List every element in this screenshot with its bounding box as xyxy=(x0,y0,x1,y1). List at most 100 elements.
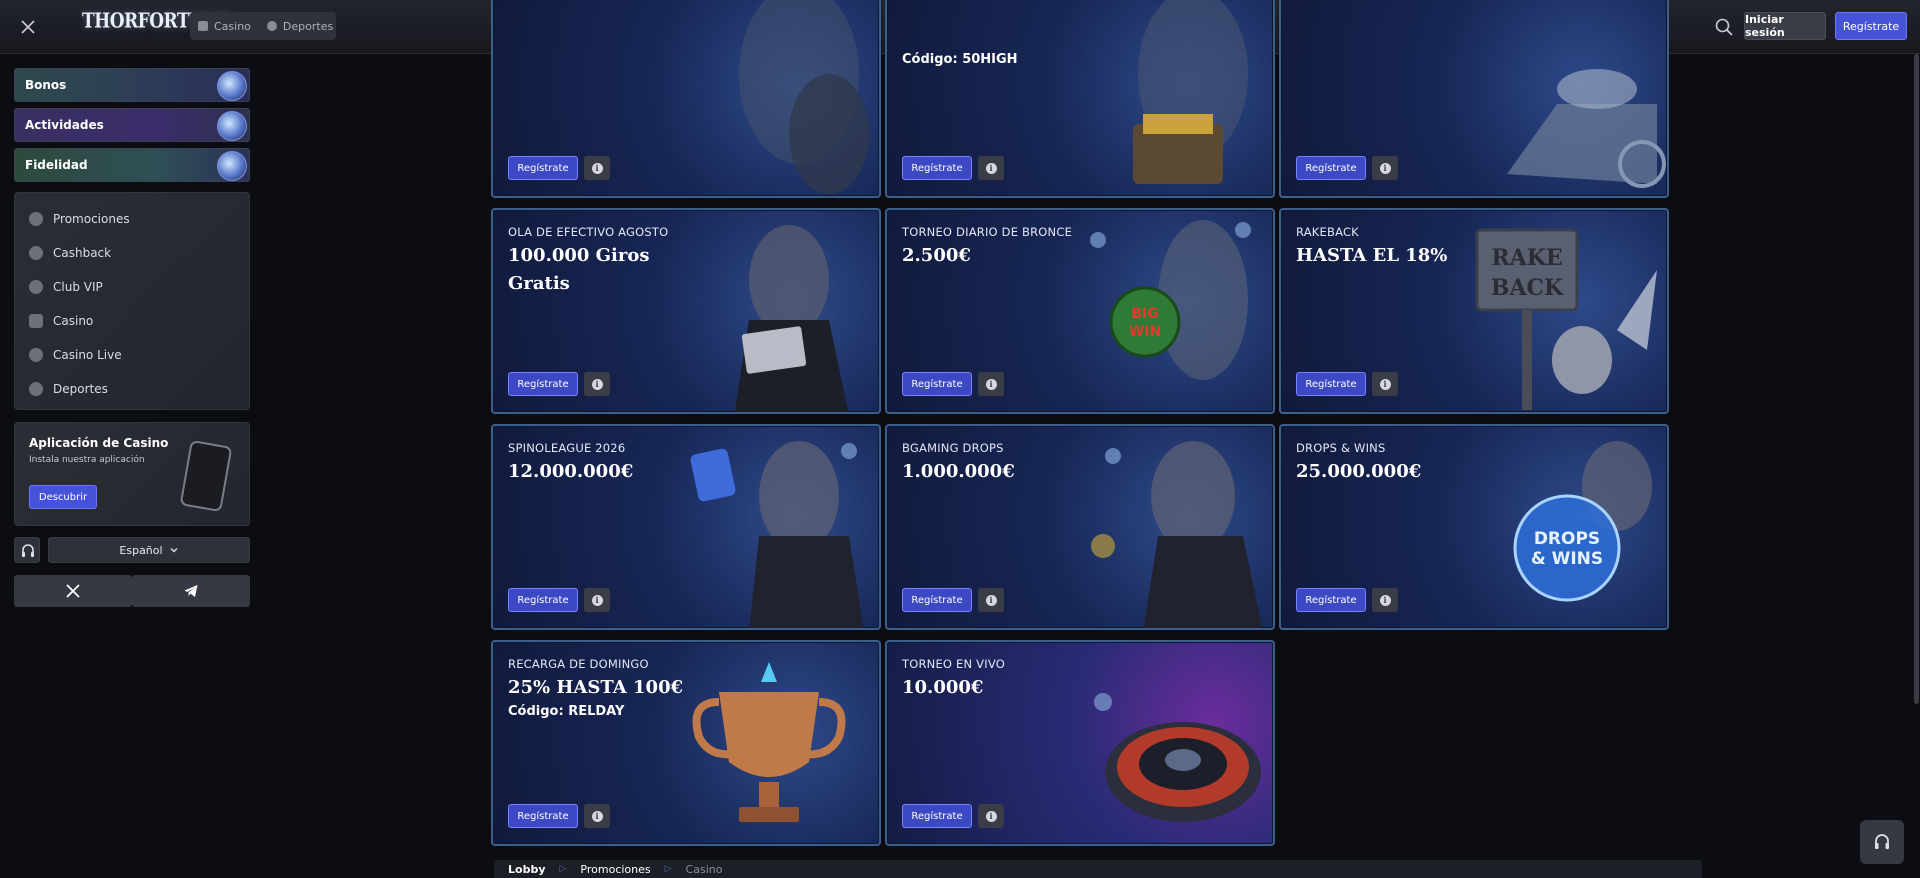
promo-info-button[interactable]: i xyxy=(978,372,1004,396)
sidebar-item-casino-live[interactable]: Casino Live xyxy=(29,343,122,367)
telegram-button[interactable] xyxy=(132,575,250,607)
info-icon: i xyxy=(591,810,603,822)
thor-bgaming-art-icon xyxy=(1091,441,1263,628)
thor-art-icon xyxy=(739,0,869,194)
sidebar-item-deportes[interactable]: Deportes xyxy=(29,377,108,401)
big-win-melon-art-icon: BIG WIN xyxy=(1090,220,1251,380)
sidebar-item-label: Club VIP xyxy=(53,280,103,294)
sidebar-menu: Promociones Cashback Club VIP Casino Cas… xyxy=(14,192,250,410)
product-switcher: Casino Deportes xyxy=(190,12,336,40)
breadcrumb-promociones[interactable]: Promociones xyxy=(580,863,650,876)
promotions-icon xyxy=(29,212,43,226)
sidebar-fidelidad-label: Fidelidad xyxy=(25,158,88,172)
login-button[interactable]: Iniciar sesión xyxy=(1744,12,1826,40)
promo-card-recarga-domingo: RECARGA DE DOMINGO 25% HASTA 100€ Código… xyxy=(491,640,881,846)
promo-register-button[interactable]: Regístrate xyxy=(508,804,578,828)
sidebar-item-promociones[interactable]: Promociones xyxy=(29,207,130,231)
drops-wins-orb-art-icon: DROPS & WINS xyxy=(1513,441,1652,602)
back-text: BACK xyxy=(1491,275,1564,301)
register-button[interactable]: Regístrate xyxy=(1835,12,1907,40)
promo-register-button[interactable]: Regístrate xyxy=(508,588,578,612)
promo-title: HASTA EL 18% xyxy=(1296,245,1448,266)
promo-register-button[interactable]: Regístrate xyxy=(508,156,578,180)
close-icon[interactable] xyxy=(16,15,40,39)
promo-info-button[interactable]: i xyxy=(584,156,610,180)
drops-text: DROPS xyxy=(1534,529,1600,549)
promo-register-button[interactable]: Regístrate xyxy=(1296,372,1366,396)
app-card-title: Aplicación de Casino xyxy=(29,436,169,450)
promo-info-button[interactable]: i xyxy=(978,804,1004,828)
sidebar-item-label: Deportes xyxy=(53,382,108,396)
promo-info-button[interactable]: i xyxy=(978,156,1004,180)
scrollbar-thumb[interactable] xyxy=(1914,54,1919,704)
chevron-right-icon: ▷ xyxy=(559,864,567,874)
info-icon: i xyxy=(985,378,997,390)
breadcrumb-lobby[interactable]: Lobby xyxy=(508,863,546,876)
trophy-art-icon xyxy=(692,662,846,822)
promo-card-torneo-en-vivo: TORNEO EN VIVO 10.000€ Regístrate i xyxy=(885,640,1275,846)
promo-info-button[interactable]: i xyxy=(978,588,1004,612)
big-win-text-2: WIN xyxy=(1129,324,1161,340)
promo-info-button[interactable]: i xyxy=(1372,372,1398,396)
promo-card-3: Regístrate i xyxy=(1279,0,1669,198)
sidebar-item-casino[interactable]: Casino xyxy=(29,309,93,333)
promo-info-button[interactable]: i xyxy=(584,372,610,396)
discover-button[interactable]: Descubrir xyxy=(29,485,97,509)
sidebar-bonos[interactable]: Bonos xyxy=(14,68,250,102)
promo-card-ola-de-efectivo: OLA DE EFECTIVO AGOSTO 100.000 Giros Gra… xyxy=(491,208,881,414)
promo-label: TORNEO EN VIVO xyxy=(902,657,1005,671)
casino-app-card: Aplicación de Casino Instala nuestra apl… xyxy=(14,422,250,526)
promo-info-button[interactable]: i xyxy=(584,588,610,612)
info-icon: i xyxy=(591,162,603,174)
promo-info-button[interactable]: i xyxy=(1372,588,1398,612)
sidebar-item-club-vip[interactable]: Club VIP xyxy=(29,275,103,299)
x-social-button[interactable] xyxy=(14,575,132,607)
casino-live-icon xyxy=(29,348,43,362)
wins-text: & WINS xyxy=(1531,549,1603,569)
chevron-right-icon: ▷ xyxy=(664,864,672,874)
sidebar-item-label: Promociones xyxy=(53,212,130,226)
search-icon[interactable] xyxy=(1712,15,1736,39)
sidebar-item-cashback[interactable]: Cashback xyxy=(29,241,111,265)
sidebar-actividades-label: Actividades xyxy=(25,118,104,132)
info-icon: i xyxy=(1379,594,1391,606)
thor-ticket-art-icon xyxy=(734,225,849,412)
promo-info-button[interactable]: i xyxy=(1372,156,1398,180)
language-select[interactable]: Español xyxy=(48,537,250,563)
loyalty-orb-icon xyxy=(217,151,247,181)
support-button[interactable] xyxy=(14,537,40,563)
telegram-icon xyxy=(184,585,198,597)
bonus-orb-icon xyxy=(217,71,247,101)
headset-icon xyxy=(22,544,34,557)
info-icon: i xyxy=(591,378,603,390)
info-icon: i xyxy=(985,162,997,174)
tab-casino[interactable]: Casino xyxy=(190,12,259,40)
promo-register-button[interactable]: Regístrate xyxy=(902,372,972,396)
promo-register-button[interactable]: Regístrate xyxy=(1296,156,1366,180)
sidebar-actividades[interactable]: Actividades xyxy=(14,108,250,142)
headset-icon xyxy=(1875,834,1889,849)
tab-casino-label: Casino xyxy=(214,19,251,33)
promo-label: OLA DE EFECTIVO AGOSTO xyxy=(508,225,669,239)
info-icon: i xyxy=(1379,162,1391,174)
casino-icon xyxy=(198,21,208,31)
promo-info-button[interactable]: i xyxy=(584,804,610,828)
app-card-subtitle: Instala nuestra aplicación xyxy=(29,455,145,465)
activities-orb-icon xyxy=(217,111,247,141)
promo-register-button[interactable]: Regístrate xyxy=(902,804,972,828)
floating-support-button[interactable] xyxy=(1860,820,1904,864)
promo-label: BGAMING DROPS xyxy=(902,441,1004,455)
promo-register-button[interactable]: Regístrate xyxy=(508,372,578,396)
breadcrumb-casino: Casino xyxy=(685,862,723,876)
promo-register-button[interactable]: Regístrate xyxy=(1296,588,1366,612)
promo-title: 100.000 Giros Gratis xyxy=(508,245,650,294)
tab-sports[interactable]: Deportes xyxy=(259,12,341,40)
promo-card-rakeback: RAKE BACK RAKEBACK HASTA EL 18% Regístra… xyxy=(1279,208,1669,414)
sidebar-fidelidad[interactable]: Fidelidad xyxy=(14,148,250,182)
promo-card-spinoleague: SPINOLEAGUE 2026 12.000.000€ Regístrate … xyxy=(491,424,881,630)
promo-card-2: Código: 50HIGH Regístrate i xyxy=(885,0,1275,198)
info-icon: i xyxy=(1379,378,1391,390)
promo-register-button[interactable]: Regístrate xyxy=(902,156,972,180)
promo-label: TORNEO DIARIO DE BRONCE xyxy=(902,225,1073,239)
promo-register-button[interactable]: Regístrate xyxy=(902,588,972,612)
